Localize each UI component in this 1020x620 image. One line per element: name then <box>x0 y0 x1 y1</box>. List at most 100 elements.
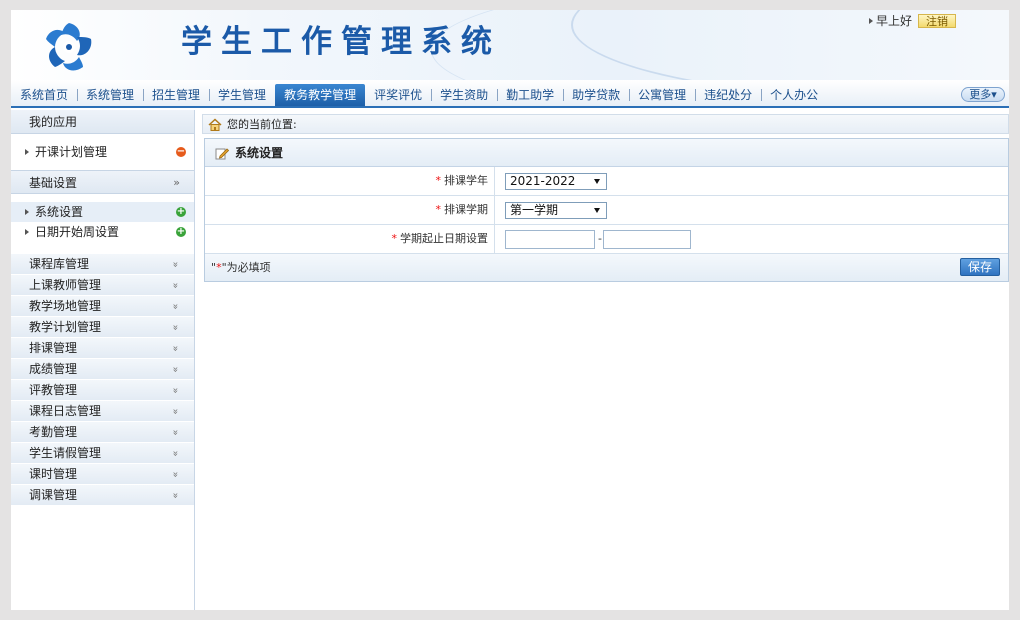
add-icon[interactable]: + <box>176 227 186 237</box>
sidebar-item-week-start[interactable]: 日期开始周设置 + <box>11 222 194 242</box>
sidebar-category-label: 成绩管理 <box>29 362 78 376</box>
nav-item[interactable]: 违纪处分 <box>695 84 761 106</box>
year-label-text: 排课学年 <box>444 174 488 187</box>
sidebar-header-label: 我的应用 <box>29 115 78 129</box>
sidebar-category-label: 上课教师管理 <box>29 278 102 292</box>
double-chevron-down-icon: » <box>169 492 181 499</box>
end-date-input[interactable] <box>603 230 691 249</box>
caret-down-icon <box>594 208 600 213</box>
double-chevron-down-icon: » <box>169 345 181 352</box>
required-mark: * <box>435 203 442 216</box>
sidebar-category-label: 考勤管理 <box>29 425 78 439</box>
term-label: * 排课学期 <box>205 196 495 224</box>
sidebar-category[interactable]: 考勤管理 » <box>11 422 194 443</box>
year-select-value: 2021-2022 <box>510 174 576 188</box>
sidebar-category[interactable]: 教学计划管理 » <box>11 317 194 338</box>
term-select-value: 第一学期 <box>510 203 559 217</box>
sidebar-item-system-settings[interactable]: 系统设置 + <box>11 202 194 222</box>
sidebar-category[interactable]: 课程日志管理 » <box>11 401 194 422</box>
arrow-right-icon <box>25 229 29 235</box>
double-chevron-down-icon: » <box>169 324 181 331</box>
sidebar-category[interactable]: 课程库管理 » <box>11 254 194 275</box>
header-banner: 学生工作管理系统 早上好 注销 <box>11 10 1009 80</box>
double-chevron-down-icon: » <box>169 429 181 436</box>
sidebar-category-label: 课时管理 <box>29 467 78 481</box>
date-separator: - <box>598 232 602 245</box>
required-mark: * <box>391 232 398 245</box>
sidebar-category-label: 课程库管理 <box>29 257 90 271</box>
nav-item[interactable]: 学生资助 <box>431 84 497 106</box>
double-chevron-down-icon: » <box>169 387 181 394</box>
sidebar-category-label: 课程日志管理 <box>29 404 102 418</box>
start-date-input[interactable] <box>505 230 595 249</box>
sidebar-item-course-plan[interactable]: 开课计划管理 − <box>11 142 194 162</box>
arrow-right-icon <box>869 18 873 24</box>
arrow-right-icon <box>25 209 29 215</box>
sidebar-category-label: 评教管理 <box>29 383 78 397</box>
dates-label: * 学期起止日期设置 <box>205 225 495 253</box>
panel-title: 系统设置 <box>205 139 1008 167</box>
sidebar-category[interactable]: 课时管理 » <box>11 464 194 485</box>
double-chevron-down-icon: » <box>169 366 181 373</box>
nav-item[interactable]: 公寓管理 <box>629 84 695 106</box>
sidebar: 我的应用 开课计划管理 − 基础设置 » 系统设置 + 日期开始周设置 + 课程… <box>11 110 195 610</box>
double-chevron-right-icon: » <box>173 176 180 189</box>
breadcrumb-label: 您的当前位置: <box>227 118 297 131</box>
sidebar-item-label: 日期开始周设置 <box>35 225 120 239</box>
sidebar-category[interactable]: 评教管理 » <box>11 380 194 401</box>
sidebar-category[interactable]: 学生请假管理 » <box>11 443 194 464</box>
save-button[interactable]: 保存 <box>960 258 1000 276</box>
sidebar-category-label: 排课管理 <box>29 341 78 355</box>
double-chevron-down-icon: » <box>169 303 181 310</box>
sidebar-category[interactable]: 上课教师管理 » <box>11 275 194 296</box>
sidebar-category[interactable]: 教学场地管理 » <box>11 296 194 317</box>
nav-item[interactable]: 评奖评优 <box>365 84 431 106</box>
form-row-term: * 排课学期 第一学期 <box>205 196 1008 225</box>
sidebar-category-label: 学生请假管理 <box>29 446 102 460</box>
arrow-right-icon <box>25 149 29 155</box>
sidebar-basic-settings-header[interactable]: 基础设置 » <box>11 170 194 194</box>
double-chevron-down-icon: » <box>169 471 181 478</box>
nav-item[interactable]: 系统管理 <box>77 84 143 106</box>
nav-item[interactable]: 招生管理 <box>143 84 209 106</box>
sidebar-header-label: 基础设置 <box>29 176 78 190</box>
sidebar-category[interactable]: 排课管理 » <box>11 338 194 359</box>
term-label-text: 排课学期 <box>444 203 488 216</box>
home-icon[interactable] <box>208 118 222 131</box>
sidebar-item-label: 开课计划管理 <box>35 145 108 159</box>
required-mark: * <box>435 174 442 187</box>
sidebar-my-apps-header[interactable]: 我的应用 <box>11 110 194 134</box>
sidebar-categories: 课程库管理» 上课教师管理» 教学场地管理» 教学计划管理» 排课管理» 成绩管理» 评教管… <box>11 254 194 506</box>
sidebar-category-label: 调课管理 <box>29 488 78 502</box>
sidebar-category-label: 教学场地管理 <box>29 299 102 313</box>
nav-item[interactable]: 助学贷款 <box>563 84 629 106</box>
sidebar-category-label: 教学计划管理 <box>29 320 102 334</box>
main-content: 您的当前位置: 系统设置 * 排课学年 2021-2022 * 排课学期 第一学期 … <box>202 110 1009 610</box>
more-button[interactable]: 更多▾ <box>961 87 1005 102</box>
term-select[interactable]: 第一学期 <box>505 202 607 219</box>
edit-icon <box>215 148 229 160</box>
form-footer: "*"为必填项 保存 <box>205 254 1008 281</box>
sidebar-category[interactable]: 成绩管理 » <box>11 359 194 380</box>
nav-item[interactable]: 个人办公 <box>761 84 827 106</box>
nav-item[interactable]: 教务教学管理 <box>275 84 366 106</box>
double-chevron-down-icon: » <box>169 261 181 268</box>
add-icon[interactable]: + <box>176 207 186 217</box>
caret-down-icon: ▾ <box>991 88 997 101</box>
nav-item[interactable]: 系统首页 <box>11 84 77 106</box>
app-window: 学生工作管理系统 早上好 注销 系统首页 系统管理 招生管理 学生管理 教务教学管理 评奖评… <box>11 10 1009 610</box>
sidebar-item-label: 系统设置 <box>35 205 84 219</box>
nav-item[interactable]: 学生管理 <box>209 84 275 106</box>
caret-down-icon <box>594 179 600 184</box>
logout-button[interactable]: 注销 <box>918 14 957 28</box>
nav-items: 系统首页 系统管理 招生管理 学生管理 教务教学管理 评奖评优 学生资助 勤工助学 助学贷款 公寓… <box>11 84 827 106</box>
required-note: "*"为必填项 <box>211 261 271 274</box>
sidebar-category[interactable]: 调课管理 » <box>11 485 194 506</box>
year-select[interactable]: 2021-2022 <box>505 173 607 190</box>
main-nav: 系统首页 系统管理 招生管理 学生管理 教务教学管理 评奖评优 学生资助 勤工助学 助学贷款 公寓… <box>11 80 1009 108</box>
panel-title-text: 系统设置 <box>235 146 284 160</box>
remove-icon[interactable]: − <box>176 147 186 157</box>
greeting-text: 早上好 <box>876 14 913 28</box>
double-chevron-down-icon: » <box>169 408 181 415</box>
nav-item[interactable]: 勤工助学 <box>497 84 563 106</box>
